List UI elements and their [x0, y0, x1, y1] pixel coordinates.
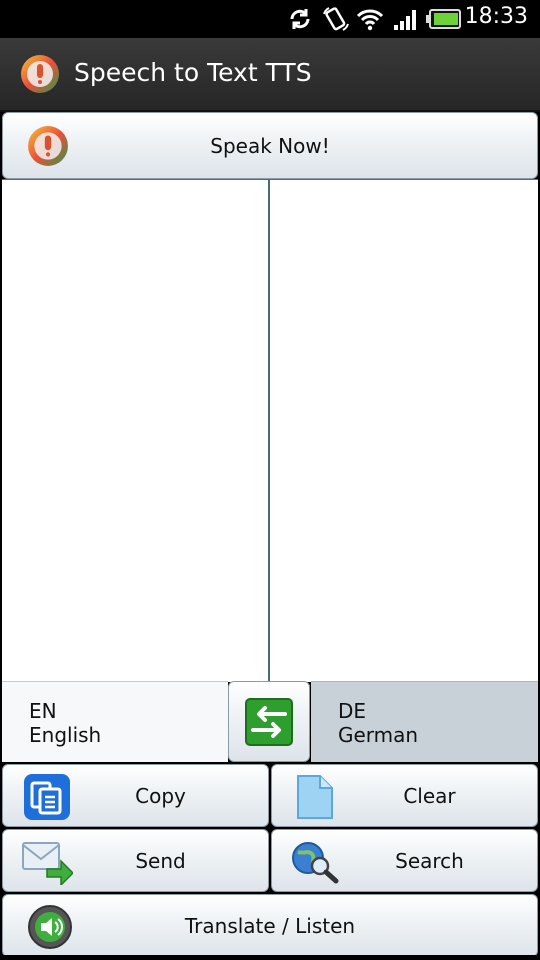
target-language-code: DE	[338, 699, 367, 723]
clear-button[interactable]: Clear	[271, 764, 538, 827]
signal-icon	[394, 10, 416, 30]
app-title: Speech to Text TTS	[74, 58, 312, 87]
target-language-name: German	[338, 723, 419, 747]
copy-button[interactable]: Copy	[2, 764, 269, 827]
clear-label: Clear	[403, 783, 456, 808]
battery-icon	[426, 9, 461, 29]
app-logo-icon	[21, 55, 59, 93]
sync-icon	[290, 9, 310, 29]
target-text-area[interactable]	[270, 180, 538, 682]
pane-divider	[268, 179, 270, 681]
source-text-area[interactable]	[2, 180, 268, 682]
send-label: Send	[135, 848, 186, 873]
swap-arrows-icon	[245, 698, 293, 746]
speak-now-button[interactable]: Speak Now!	[2, 112, 538, 179]
rotate-icon	[323, 7, 349, 31]
status-time: 18:33	[464, 4, 528, 29]
source-language-selector[interactable]: EN English	[2, 681, 228, 762]
translate-listen-button[interactable]: Translate / Listen	[2, 894, 538, 957]
source-language-code: EN	[29, 699, 57, 723]
search-label: Search	[395, 848, 464, 873]
translate-listen-label: Translate / Listen	[184, 913, 356, 938]
speak-now-label: Speak Now!	[210, 133, 330, 158]
target-language-selector[interactable]: DE German	[311, 681, 538, 762]
source-language-name: English	[29, 723, 102, 747]
status-bar: 18:33	[0, 0, 540, 38]
title-bar: Speech to Text TTS	[0, 38, 540, 112]
search-button[interactable]: Search	[271, 829, 538, 892]
text-panes	[2, 179, 538, 682]
send-button[interactable]: Send	[2, 829, 269, 892]
copy-label: Copy	[135, 783, 186, 808]
bottom-edge	[0, 955, 540, 960]
swap-languages-button[interactable]	[228, 681, 310, 762]
wifi-icon	[356, 9, 384, 31]
